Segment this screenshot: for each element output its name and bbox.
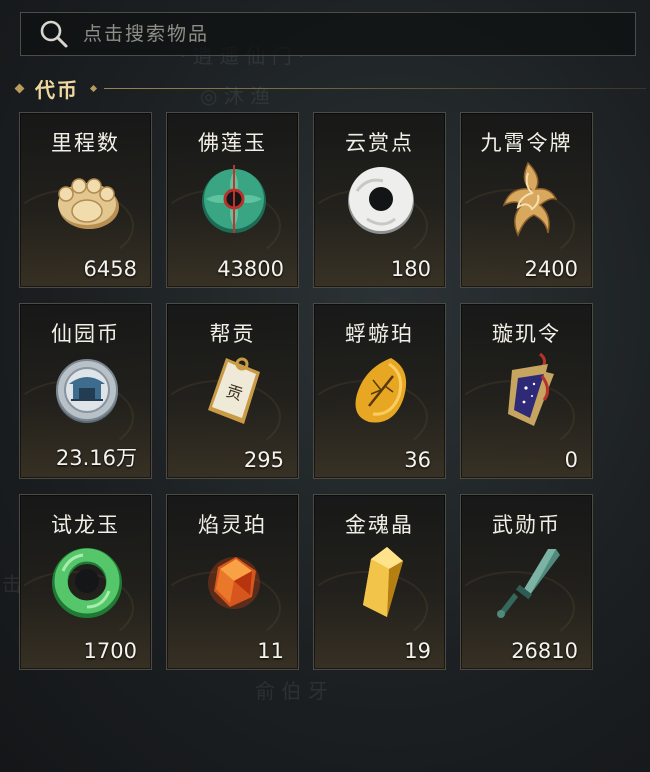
sword-coin-icon (490, 541, 566, 621)
token-count: 43800 (217, 257, 284, 281)
token-name: 武勋币 (492, 513, 561, 537)
token-name: 焰灵珀 (198, 513, 267, 537)
token-card[interactable]: 仙园币 23.16万 (19, 303, 152, 479)
background-scenery: 俞 伯 牙 (255, 679, 328, 703)
token-card[interactable]: 武勋币 26810 (460, 494, 593, 670)
starry-pendant-icon (490, 350, 566, 430)
token-count: 2400 (524, 257, 578, 281)
token-name: 蜉蝣珀 (345, 322, 414, 346)
fire-amber-icon (196, 541, 272, 621)
token-card[interactable]: 云赏点 180 (313, 112, 446, 288)
token-count: 1700 (83, 639, 137, 663)
section-divider (104, 87, 646, 89)
jade-disc-icon (196, 159, 272, 239)
token-name: 佛莲玉 (198, 131, 267, 155)
token-name: 云赏点 (345, 131, 414, 155)
gold-crystal-icon (343, 541, 419, 621)
token-count: 295 (243, 448, 284, 472)
token-count: 19 (404, 639, 431, 663)
paw-icon (49, 159, 125, 239)
diamond-ornament-icon (89, 84, 98, 92)
token-count: 0 (564, 448, 578, 472)
dragon-jade-icon (49, 541, 125, 621)
token-count: 180 (390, 257, 431, 281)
token-card[interactable]: 九霄令牌 2400 (460, 112, 593, 288)
token-card[interactable]: 试龙玉 1700 (19, 494, 152, 670)
search-bar[interactable] (20, 12, 636, 56)
token-name: 帮贡 (209, 322, 256, 346)
contribution-tag-icon: 贡 (196, 350, 272, 430)
token-count: 6458 (83, 257, 137, 281)
token-card[interactable]: 佛莲玉 43800 (166, 112, 299, 288)
token-name: 里程数 (51, 131, 120, 155)
token-card[interactable]: 里程数 6458 (19, 112, 152, 288)
amber-insect-icon (343, 350, 419, 430)
token-count: 23.16万 (55, 446, 137, 470)
diamond-ornament-icon (14, 83, 25, 93)
flame-token-icon (490, 159, 566, 239)
section-header-tokens: 代币 (14, 72, 646, 104)
token-card[interactable]: 帮贡 贡 295 (166, 303, 299, 479)
search-icon (40, 20, 68, 48)
token-name: 璇玑令 (492, 322, 561, 346)
token-count: 26810 (511, 639, 578, 663)
token-card[interactable]: 金魂晶 19 (313, 494, 446, 670)
token-card[interactable]: 焰灵珀 11 (166, 494, 299, 670)
token-card[interactable]: 璇玑令 0 (460, 303, 593, 479)
pavilion-coin-icon (49, 350, 125, 430)
search-input[interactable] (81, 22, 585, 46)
token-card[interactable]: 蜉蝣珀 36 (313, 303, 446, 479)
token-name: 九霄令牌 (480, 131, 573, 155)
token-name: 试龙玉 (51, 513, 120, 537)
token-count: 36 (404, 448, 431, 472)
token-count: 11 (257, 639, 284, 663)
token-name: 金魂晶 (345, 513, 414, 537)
token-name: 仙园币 (51, 322, 120, 346)
section-title: 代币 (35, 77, 79, 102)
white-jade-ring-icon (343, 159, 419, 239)
